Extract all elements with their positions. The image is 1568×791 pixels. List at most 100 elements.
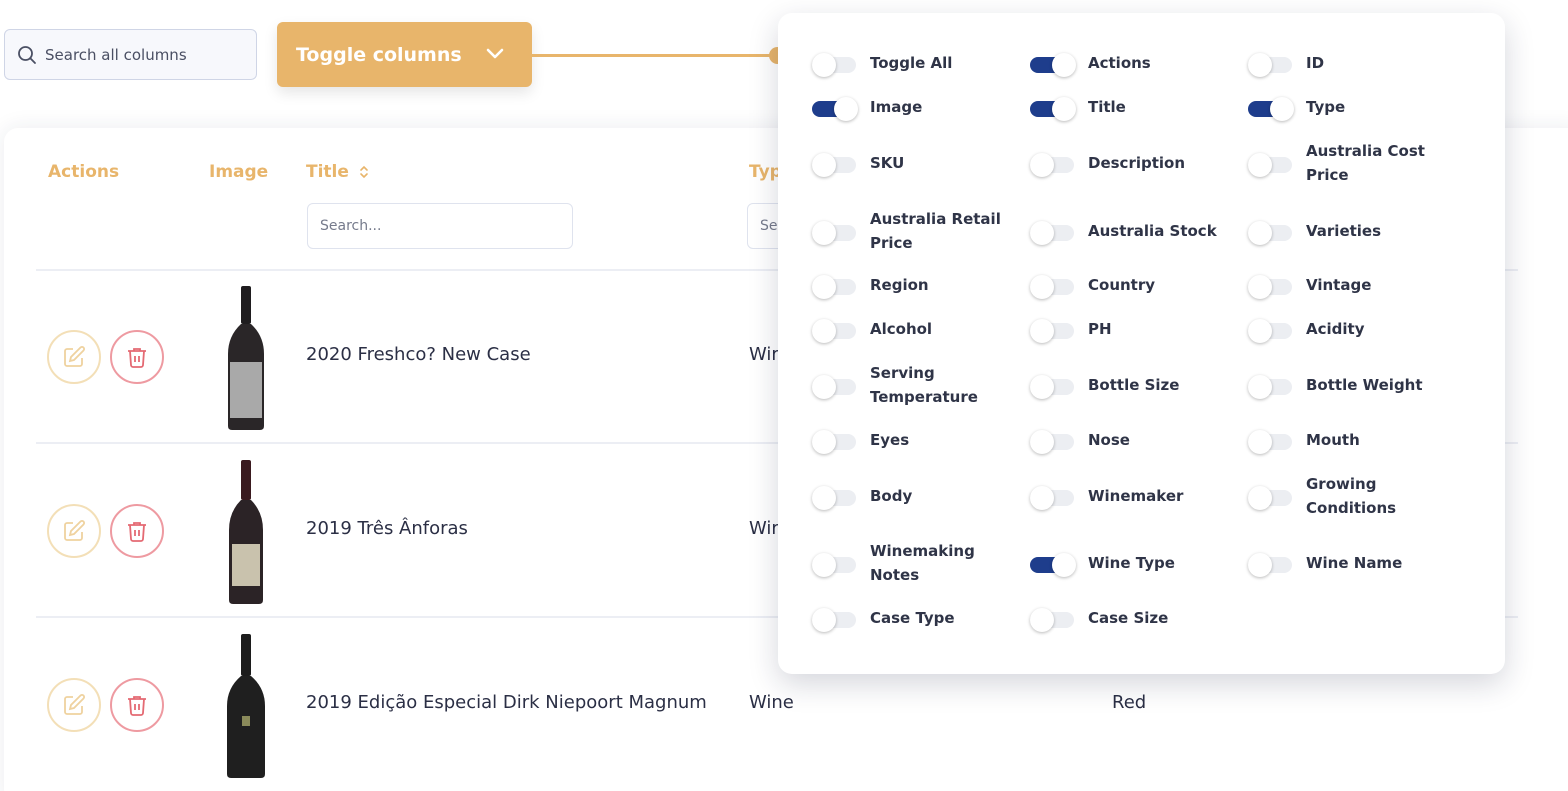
toggle-switch[interactable] — [1030, 373, 1076, 399]
column-toggle-label: ID — [1306, 54, 1325, 72]
row-title: 2020 Freshco? New Case — [306, 344, 531, 365]
toggle-switch[interactable] — [812, 551, 858, 577]
column-toggle-label: Case Type — [870, 609, 955, 627]
column-toggle-toggle-all[interactable]: Toggle All — [812, 51, 1010, 77]
column-toggle-label: Description — [1088, 154, 1186, 172]
column-toggle-region[interactable]: Region — [812, 273, 1010, 299]
column-toggle-label: Acidity — [1306, 320, 1365, 338]
wine-bottle-image — [228, 286, 264, 430]
toggle-switch[interactable] — [1030, 551, 1076, 577]
column-toggle-label: Australia Cost Price — [1306, 142, 1425, 184]
trash-icon — [128, 348, 146, 368]
toggle-columns-button[interactable]: Toggle columns — [277, 22, 532, 87]
toggle-switch[interactable] — [812, 484, 858, 510]
column-toggle-growing-conditions[interactable]: Growing Conditions — [1248, 472, 1446, 520]
edit-button[interactable] — [47, 678, 101, 732]
delete-button[interactable] — [110, 504, 164, 558]
column-toggle-label: Body — [870, 487, 913, 505]
toggle-switch[interactable] — [1030, 219, 1076, 245]
column-toggle-bottle-size[interactable]: Bottle Size — [1030, 373, 1228, 399]
edit-button[interactable] — [47, 330, 101, 384]
column-toggle-wine-type[interactable]: Wine Type — [1030, 551, 1228, 577]
column-toggle-label: Case Size — [1088, 609, 1169, 627]
trash-icon — [128, 696, 146, 716]
row-type: Wir — [749, 344, 779, 365]
column-toggle-label: Eyes — [870, 431, 910, 449]
column-toggle-alcohol[interactable]: Alcohol — [812, 317, 1010, 343]
column-toggle-description[interactable]: Description — [1030, 151, 1228, 177]
column-toggle-varieties[interactable]: Varieties — [1248, 219, 1446, 245]
column-toggle-australia-stock[interactable]: Australia Stock — [1030, 219, 1228, 245]
column-toggle-case-size[interactable]: Case Size — [1030, 606, 1228, 632]
column-toggle-country[interactable]: Country — [1030, 273, 1228, 299]
toggle-switch[interactable] — [812, 151, 858, 177]
column-toggle-label: Winemaker — [1088, 487, 1184, 505]
toggle-switch[interactable] — [1248, 373, 1294, 399]
edit-button[interactable] — [47, 504, 101, 558]
header-title-label: Title — [306, 162, 349, 182]
column-toggle-nose[interactable]: Nose — [1030, 428, 1228, 454]
toggle-switch[interactable] — [812, 219, 858, 245]
toggle-switch[interactable] — [1030, 428, 1076, 454]
column-toggle-winemaking-notes[interactable]: Winemaking Notes — [812, 539, 1010, 587]
column-toggle-label: Toggle All — [870, 54, 953, 72]
sort-icon[interactable] — [357, 164, 371, 180]
header-title[interactable]: Title — [306, 162, 371, 182]
row-type: Wir — [749, 518, 779, 539]
column-toggle-wine-name[interactable]: Wine Name — [1248, 551, 1446, 577]
toggle-switch[interactable] — [1248, 95, 1294, 121]
toggle-switch[interactable] — [1248, 273, 1294, 299]
column-toggle-image[interactable]: Image — [812, 95, 1010, 121]
column-toggle-australia-retail-price[interactable]: Australia Retail Price — [812, 207, 1010, 255]
toggle-switch[interactable] — [812, 606, 858, 632]
column-toggle-actions[interactable]: Actions — [1030, 51, 1228, 77]
column-toggle-eyes[interactable]: Eyes — [812, 428, 1010, 454]
toggle-switch[interactable] — [1248, 317, 1294, 343]
column-toggle-label: Title — [1088, 98, 1126, 116]
toggle-switch[interactable] — [1030, 51, 1076, 77]
global-search[interactable] — [4, 29, 257, 80]
search-input[interactable] — [45, 45, 235, 64]
trash-icon — [128, 522, 146, 542]
toggle-switch[interactable] — [812, 428, 858, 454]
toggle-switch[interactable] — [1248, 219, 1294, 245]
toggle-switch[interactable] — [1030, 484, 1076, 510]
column-toggle-type[interactable]: Type — [1248, 95, 1446, 121]
delete-button[interactable] — [110, 678, 164, 732]
column-toggle-case-type[interactable]: Case Type — [812, 606, 1010, 632]
toggle-switch[interactable] — [812, 51, 858, 77]
toggle-switch[interactable] — [1248, 551, 1294, 577]
title-search-input[interactable] — [307, 203, 573, 249]
column-toggle-ph[interactable]: PH — [1030, 317, 1228, 343]
toggle-switch[interactable] — [1030, 317, 1076, 343]
toggle-switch[interactable] — [1030, 95, 1076, 121]
column-toggle-sku[interactable]: SKU — [812, 151, 1010, 177]
column-toggle-mouth[interactable]: Mouth — [1248, 428, 1446, 454]
toggle-switch[interactable] — [812, 95, 858, 121]
column-toggle-label: Type — [1306, 98, 1346, 116]
toggle-columns-panel: Toggle All Actions ID Image Title Type SKU Desc… — [778, 13, 1505, 674]
toggle-switch[interactable] — [1030, 606, 1076, 632]
row-wine-type: Red — [1112, 692, 1147, 713]
column-toggle-id[interactable]: ID — [1248, 51, 1446, 77]
column-toggle-bottle-weight[interactable]: Bottle Weight — [1248, 373, 1446, 399]
dropdown-connector-line — [532, 54, 776, 57]
toggle-switch[interactable] — [1030, 273, 1076, 299]
column-toggle-body[interactable]: Body — [812, 484, 1010, 510]
column-toggle-acidity[interactable]: Acidity — [1248, 317, 1446, 343]
toggle-switch[interactable] — [1248, 428, 1294, 454]
toggle-switch[interactable] — [1248, 151, 1294, 177]
column-toggle-title[interactable]: Title — [1030, 95, 1228, 121]
delete-button[interactable] — [110, 330, 164, 384]
toggle-switch[interactable] — [812, 317, 858, 343]
column-toggle-vintage[interactable]: Vintage — [1248, 273, 1446, 299]
column-toggle-winemaker[interactable]: Winemaker — [1030, 484, 1228, 510]
toggle-switch[interactable] — [812, 373, 858, 399]
toggle-switch[interactable] — [1248, 51, 1294, 77]
toggle-switch[interactable] — [1248, 484, 1294, 510]
column-toggle-label: Vintage — [1306, 276, 1372, 294]
toggle-switch[interactable] — [1030, 151, 1076, 177]
column-toggle-australia-cost-price[interactable]: Australia Cost Price — [1248, 139, 1446, 187]
column-toggle-serving-temperature[interactable]: Serving Temperature — [812, 361, 1010, 409]
toggle-switch[interactable] — [812, 273, 858, 299]
